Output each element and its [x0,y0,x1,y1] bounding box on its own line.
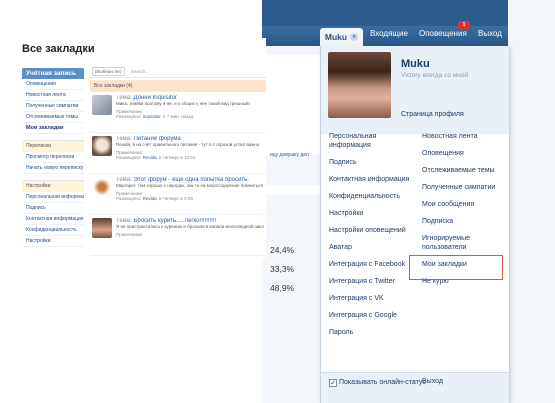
menu-item-watched-threads[interactable]: Отслеживаемые темы [422,166,512,175]
author-link[interactable]: Inquisitor [143,114,161,119]
post-date: , в 7 мин. назад [160,114,194,119]
sidebar-item-alerts[interactable]: Оповещения [22,79,84,90]
avatar [92,95,112,115]
sidebar-item-watched-threads[interactable]: Отслеживаемые темы [22,112,84,123]
post-date: , в Четверг в 9:25 [156,196,193,201]
account-header: Muku Victory всегда со мной Страница про… [321,46,509,134]
menu-item-news-feed[interactable]: Новостная лента [422,132,512,141]
percentage-2: 33,3% [270,264,295,274]
sidebar-item-new-conversation[interactable]: Начать новую переписку [22,163,84,174]
sidebar-item-personal-info[interactable]: Персональная информация [22,192,84,203]
author-link[interactable]: Revida [143,196,157,201]
bookmarks-page-snapshot: Все закладки Учётная запись Оповещения Н… [0,38,266,258]
account-sidebar: Учётная запись Оповещения Новостная лент… [22,68,84,258]
bookmarks-list: (Выбери тег) Search... Все закладки (4) … [90,66,266,258]
list-item[interactable]: Тема: Донни Inquisitor Мика, знайки поэт… [90,92,266,133]
menu-item-likes[interactable]: Полученные симпатии [422,183,512,192]
status-message: Victory всегда со мной [401,72,469,79]
settings-column: Персональная информация Подпись Контактн… [329,132,419,345]
alerts-count-badge: 1 [458,21,470,30]
sidebar-item-preferences[interactable]: Настройки [22,236,84,247]
sidebar-item-contact-info[interactable]: Контактная информация [22,214,84,225]
menu-item-password[interactable]: Пароль [329,328,419,337]
profile-avatar[interactable] [328,52,391,118]
sidebar-item-view-conversations[interactable]: Просмотр переписки [22,152,84,163]
sidebar-conversations-group: Переписки Просмотр переписки Начать нову… [22,140,84,174]
menu-item-facebook[interactable]: Интеграция с Facebook [329,260,419,269]
menu-item-personal-info[interactable]: Персональная информация [329,132,419,150]
meta-prefix: Размещено: [116,155,142,160]
background-content-box [266,55,320,155]
avatar [92,218,112,238]
nav-user-menu[interactable]: Muku ▾ [320,28,363,46]
nav-logout[interactable]: Выход [478,29,502,38]
profile-page-link[interactable]: Страница профиля [401,111,464,118]
menu-item-ignored-users[interactable]: Игнорируемые пользователи [422,234,512,252]
menu-item-my-messages[interactable]: Мои сообщения [422,200,512,209]
sidebar-item-privacy[interactable]: Конфиденциальность [22,225,84,236]
nav-inbox[interactable]: Входящие [370,29,408,38]
post-excerpt: Я не пристрастилась к курению и бросила … [116,224,264,229]
percentage-3: 48,9% [270,283,295,293]
menu-item-google[interactable]: Интеграция с Google [329,311,419,320]
post-excerpt: Маргарет, тем хорошо с народах, как то н… [116,183,263,188]
online-status-label[interactable]: Показывать онлайн-статус [339,378,426,387]
post-date: , в Четверг в 10:51 [156,155,196,160]
author-link[interactable]: Revida [143,155,157,160]
post-excerpt: Мика, знайки поэтому я не. и у общих у н… [116,101,250,106]
username[interactable]: Muku [401,58,430,70]
avatar [92,136,112,156]
sidebar-item-signature[interactable]: Подпись [22,203,84,214]
meta-prefix: Размещено: [116,114,142,119]
menu-item-signature[interactable]: Подпись [329,158,419,167]
filter-bar: (Выбери тег) Search... [90,66,266,78]
sidebar-settings-group: Настройки Персональная информация Подпис… [22,180,84,247]
tag-filter-select[interactable]: (Выбери тег) [92,67,125,76]
navigation-bar: Входящие Оповещения Выход [262,26,508,46]
menu-item-contact-info[interactable]: Контактная информация [329,175,419,184]
sidebar-item-likes[interactable]: Полученные симпатии [22,101,84,112]
percentage-1: 24,4% [270,245,295,255]
menu-item-settings[interactable]: Настройки [329,209,419,218]
background-link[interactable]: ицу девушку дел [270,152,309,158]
page-title: Все закладки [22,43,95,55]
list-item[interactable]: Тема: Питание форума Revida, я на счёт п… [90,133,266,174]
account-dropdown-menu: Muku Victory всегда со мной Страница про… [320,46,510,403]
online-status-checkbox[interactable]: ✓ [329,379,337,387]
menu-item-alert-settings[interactable]: Настройки оповещений [329,226,419,235]
menu-item-privacy[interactable]: Конфиденциальность [329,192,419,201]
search-input[interactable]: Search... [131,69,149,74]
bookmarks-count-banner: Все закладки (4) [90,80,266,92]
meta-prefix: Размещено: [116,196,142,201]
nav-alerts[interactable]: Оповещения [419,29,467,38]
sidebar-header: Учётная запись [22,68,84,79]
logout-link[interactable]: Выход [422,378,443,385]
post-excerpt: Revida, я на счёт правильного питания - … [116,142,260,147]
list-item[interactable]: Тема: Этот форум - ещё одна попытка брос… [90,174,266,215]
background-strip [266,185,320,195]
note-label: Примечание: [116,232,144,237]
menu-item-alerts[interactable]: Оповещения [422,149,512,158]
header-band [262,0,508,26]
sidebar-item-bookmarks[interactable]: Мои закладки [22,123,84,134]
bookmarks-highlight-box [409,255,503,280]
chevron-down-icon: ▾ [350,33,359,41]
avatar [92,177,112,197]
menu-item-vk[interactable]: Интеграция с VK [329,294,419,303]
sidebar-item-settings[interactable]: Настройки [22,181,84,192]
nav-user-name: Muku [324,32,348,42]
menu-item-avatar[interactable]: Аватар [329,243,419,252]
dropdown-footer: ✓ Показывать онлайн-статус Выход [321,372,509,403]
sidebar-item-news-feed[interactable]: Новостная лента [22,90,84,101]
menu-item-subscription[interactable]: Подписка [422,217,512,226]
sidebar-item-conversations[interactable]: Переписки [22,141,84,152]
list-item[interactable]: Тема: Бросить курить.....легко!!!!!!!!!!… [90,215,266,256]
menu-item-twitter[interactable]: Интеграция с Twitter [329,277,419,286]
